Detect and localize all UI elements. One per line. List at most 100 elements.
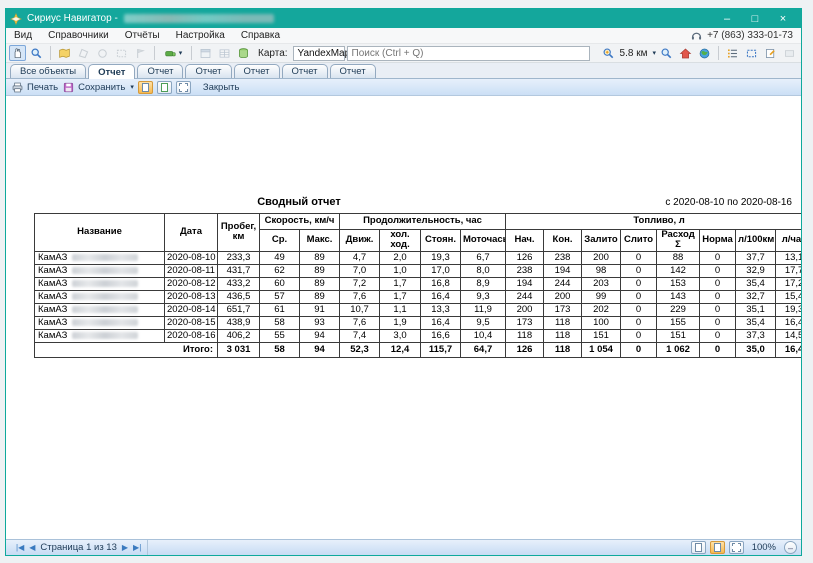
save-button[interactable]: Сохранить ▾ [62,81,134,94]
data-cell: 15,4 [776,290,801,303]
prev-page-button[interactable]: ◀ [29,543,35,552]
panel-icon [199,47,212,60]
data-cell: 2020-08-16 [165,329,218,342]
close-report-button[interactable]: Закрыть [203,82,240,93]
database-button[interactable] [235,45,252,61]
rect-select-icon [115,47,128,60]
table-row: КамАЗ2020-08-15438,958937,61,916,49,5173… [35,316,802,329]
zoom-select-button[interactable] [658,45,675,61]
data-cell: 9,3 [461,290,506,303]
data-cell: 37,7 [736,251,776,264]
pages-icon [179,83,188,92]
table-view-button[interactable] [216,45,233,61]
redacted-plate [72,332,138,339]
multi-page-view-button[interactable] [729,541,744,554]
menu-item[interactable]: Отчёты [125,30,160,41]
redacted-plate [72,306,138,313]
table-row: КамАЗ2020-08-13436,557897,61,716,49,3244… [35,290,802,303]
fit-page-view-button[interactable] [710,541,725,554]
app-window: Сириус Навигатор - – □ × ВидСправочникиО… [5,8,802,556]
minimize-button[interactable]: – [713,10,741,27]
col-header-fuel-consumed: Расход Σ [657,230,700,252]
two-page-view-button[interactable] [176,81,191,94]
data-cell: 0 [621,290,657,303]
pan-tool-button[interactable] [9,45,26,61]
tab[interactable]: Все объекты [10,64,86,78]
chevron-down-icon[interactable]: ▾ [652,49,656,57]
data-cell: 2020-08-11 [165,264,218,277]
page-width-view-button[interactable] [138,81,153,94]
menubar: ВидСправочникиОтчётыНастройкаСправка +7 … [6,28,801,44]
col-header-fuel-norm: Норма [700,230,736,252]
data-cell: 153 [657,277,700,290]
redacted-plate [72,319,138,326]
report-title: Сводный отчет [34,196,564,208]
col-header-fuel-end: Кон. [544,230,582,252]
print-button[interactable]: Печать [11,81,58,94]
rect-select-button[interactable] [113,45,130,61]
search-map-button[interactable] [28,45,45,61]
totals-cell: 1 054 [582,342,621,357]
data-cell: 8,0 [461,264,506,277]
chevron-down-icon[interactable]: ▾ [130,83,134,91]
data-cell: 8,9 [461,277,506,290]
redacted-plate [72,293,138,300]
edit-map-button[interactable] [56,45,73,61]
data-cell: 0 [700,264,736,277]
extra-tool-button[interactable] [781,45,798,61]
last-page-button[interactable]: ▶| [133,543,141,552]
first-page-button[interactable]: |◀ [16,543,24,552]
tab[interactable]: Отчет [282,64,328,78]
main-toolbar: ▾ Карта: YandexMap ▾ 5.8 км ▾ [6,44,801,63]
menu-item[interactable]: Справка [241,30,280,41]
data-cell: 7,0 [340,264,380,277]
data-cell: 151 [582,329,621,342]
globe-button[interactable] [696,45,713,61]
polygon-tool-button[interactable] [75,45,92,61]
data-cell: 17,7 [776,264,801,277]
selection-button[interactable] [743,45,760,61]
next-page-button[interactable]: ▶ [122,543,128,552]
tab[interactable]: Отчет [137,64,183,78]
data-cell: 229 [657,303,700,316]
data-cell: 244 [506,290,544,303]
menu-item[interactable]: Настройка [176,30,225,41]
tab[interactable]: Отчет [185,64,231,78]
flag-tool-button[interactable] [132,45,149,61]
edit-note-button[interactable] [762,45,779,61]
tabbar: Все объектыОтчетОтчетОтчетОтчетОтчетОтче… [6,63,801,79]
data-cell: 151 [657,329,700,342]
menu-item[interactable]: Справочники [48,30,109,41]
maximize-button[interactable]: □ [741,10,769,27]
tab[interactable]: Отчет [234,64,280,78]
panel-view-button[interactable] [197,45,214,61]
data-cell: 16,6 [421,329,461,342]
data-cell: 433,2 [218,277,260,290]
printer-icon [11,81,24,94]
tab-report-active[interactable]: Отчет [88,64,135,79]
menu-item[interactable]: Вид [14,30,32,41]
print-label: Печать [27,82,58,93]
vehicle-dropdown-button[interactable]: ▾ [160,45,186,61]
data-cell: 406,2 [218,329,260,342]
map-select-combobox[interactable]: YandexMap ▾ [293,46,345,61]
circle-icon [96,47,109,60]
data-cell: 155 [657,316,700,329]
headset-icon [690,29,703,42]
zoom-out-button[interactable]: – [784,541,797,554]
home-button[interactable] [677,45,694,61]
header-row-groups: Название Дата Пробег, км Скорость, км/ч … [35,214,802,230]
single-page-view-button[interactable] [691,541,706,554]
close-button[interactable]: × [769,10,797,27]
totals-label: Итого: [35,342,218,357]
totals-cell: 0 [621,342,657,357]
list-button[interactable] [724,45,741,61]
whole-page-view-button[interactable] [157,81,172,94]
vehicle-name-cell: КамАЗ [35,264,165,277]
data-cell: 98 [582,264,621,277]
circle-tool-button[interactable] [94,45,111,61]
tab[interactable]: Отчет [330,64,376,78]
zoom-in-button[interactable] [600,45,617,61]
search-input[interactable] [347,46,590,61]
magnifier-icon [30,47,43,60]
